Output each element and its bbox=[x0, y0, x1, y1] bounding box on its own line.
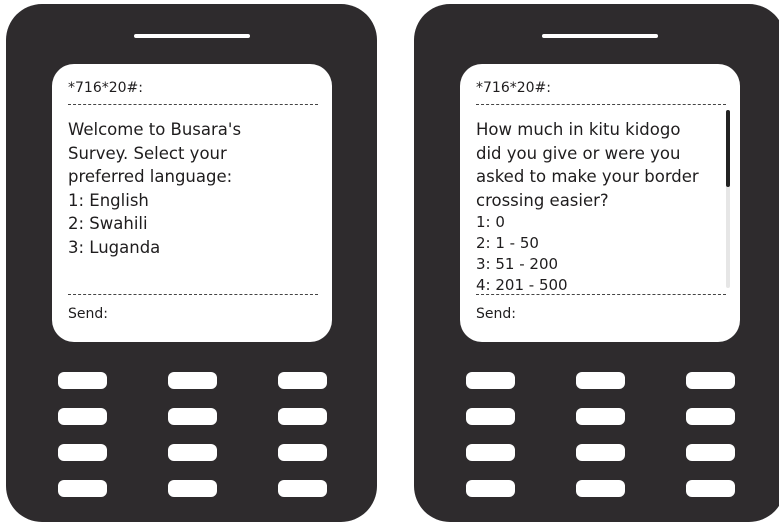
send-input[interactable]: Send: bbox=[476, 306, 516, 322]
keypad-key[interactable] bbox=[58, 444, 107, 461]
keypad-key[interactable] bbox=[466, 408, 515, 425]
ussd-message: Welcome to Busara's Survey. Select your … bbox=[68, 118, 322, 290]
option-amount-0[interactable]: 1: 0 bbox=[476, 212, 722, 233]
keypad-key[interactable] bbox=[168, 444, 217, 461]
scrollbar[interactable] bbox=[726, 110, 730, 288]
option-amount-51-200[interactable]: 3: 51 - 200 bbox=[476, 254, 722, 275]
divider-bottom bbox=[68, 294, 318, 295]
divider-top bbox=[476, 104, 726, 105]
option-luganda[interactable]: 3: Luganda bbox=[68, 236, 322, 260]
keypad-key[interactable] bbox=[686, 372, 735, 389]
option-english[interactable]: 1: English bbox=[68, 189, 322, 213]
message-line: asked to make your border bbox=[476, 167, 699, 186]
keypad-key[interactable] bbox=[466, 444, 515, 461]
send-input[interactable]: Send: bbox=[68, 306, 108, 322]
option-swahili[interactable]: 2: Swahili bbox=[68, 212, 322, 236]
keypad-key[interactable] bbox=[686, 480, 735, 497]
keypad bbox=[58, 372, 327, 498]
message-line: Welcome to Busara's bbox=[68, 120, 242, 139]
message-line: did you give or were you bbox=[476, 143, 681, 163]
divider-bottom bbox=[476, 294, 726, 295]
keypad-key[interactable] bbox=[278, 444, 327, 461]
ussd-message: How much in kitu kidogo did you give or … bbox=[476, 118, 722, 290]
message-line: preferred language: bbox=[68, 167, 233, 186]
option-amount-201-500[interactable]: 4: 201 - 500 bbox=[476, 275, 722, 290]
speaker-grille bbox=[542, 34, 658, 38]
keypad-key[interactable] bbox=[466, 480, 515, 497]
keypad-key[interactable] bbox=[686, 408, 735, 425]
keypad-key[interactable] bbox=[686, 444, 735, 461]
scrollbar-thumb[interactable] bbox=[726, 110, 730, 187]
message-line: crossing easier? bbox=[476, 190, 609, 210]
keypad bbox=[466, 372, 735, 498]
divider-top bbox=[68, 104, 318, 105]
speaker-grille bbox=[134, 34, 250, 38]
keypad-key[interactable] bbox=[576, 408, 625, 425]
keypad-key[interactable] bbox=[576, 372, 625, 389]
keypad-key[interactable] bbox=[168, 408, 217, 425]
keypad-key[interactable] bbox=[576, 480, 625, 497]
option-amount-1-50[interactable]: 2: 1 - 50 bbox=[476, 233, 722, 254]
keypad-key[interactable] bbox=[58, 372, 107, 389]
keypad-key[interactable] bbox=[576, 444, 625, 461]
keypad-key[interactable] bbox=[278, 480, 327, 497]
keypad-key[interactable] bbox=[278, 408, 327, 425]
phone-survey-question: *716*20#: How much in kitu kidogo did yo… bbox=[414, 4, 779, 522]
message-line: How much in kitu kidogo bbox=[476, 120, 681, 139]
keypad-key[interactable] bbox=[168, 480, 217, 497]
message-line: Survey. Select your bbox=[68, 143, 227, 163]
keypad-key[interactable] bbox=[278, 372, 327, 389]
ussd-code-label: *716*20#: bbox=[68, 80, 143, 96]
keypad-key[interactable] bbox=[58, 480, 107, 497]
keypad-key[interactable] bbox=[168, 372, 217, 389]
phone-screen: *716*20#: How much in kitu kidogo did yo… bbox=[460, 64, 740, 342]
phone-language-select: *716*20#: Welcome to Busara's Survey. Se… bbox=[6, 4, 377, 522]
keypad-key[interactable] bbox=[466, 372, 515, 389]
ussd-code-label: *716*20#: bbox=[476, 80, 551, 96]
phone-screen: *716*20#: Welcome to Busara's Survey. Se… bbox=[52, 64, 332, 342]
keypad-key[interactable] bbox=[58, 408, 107, 425]
